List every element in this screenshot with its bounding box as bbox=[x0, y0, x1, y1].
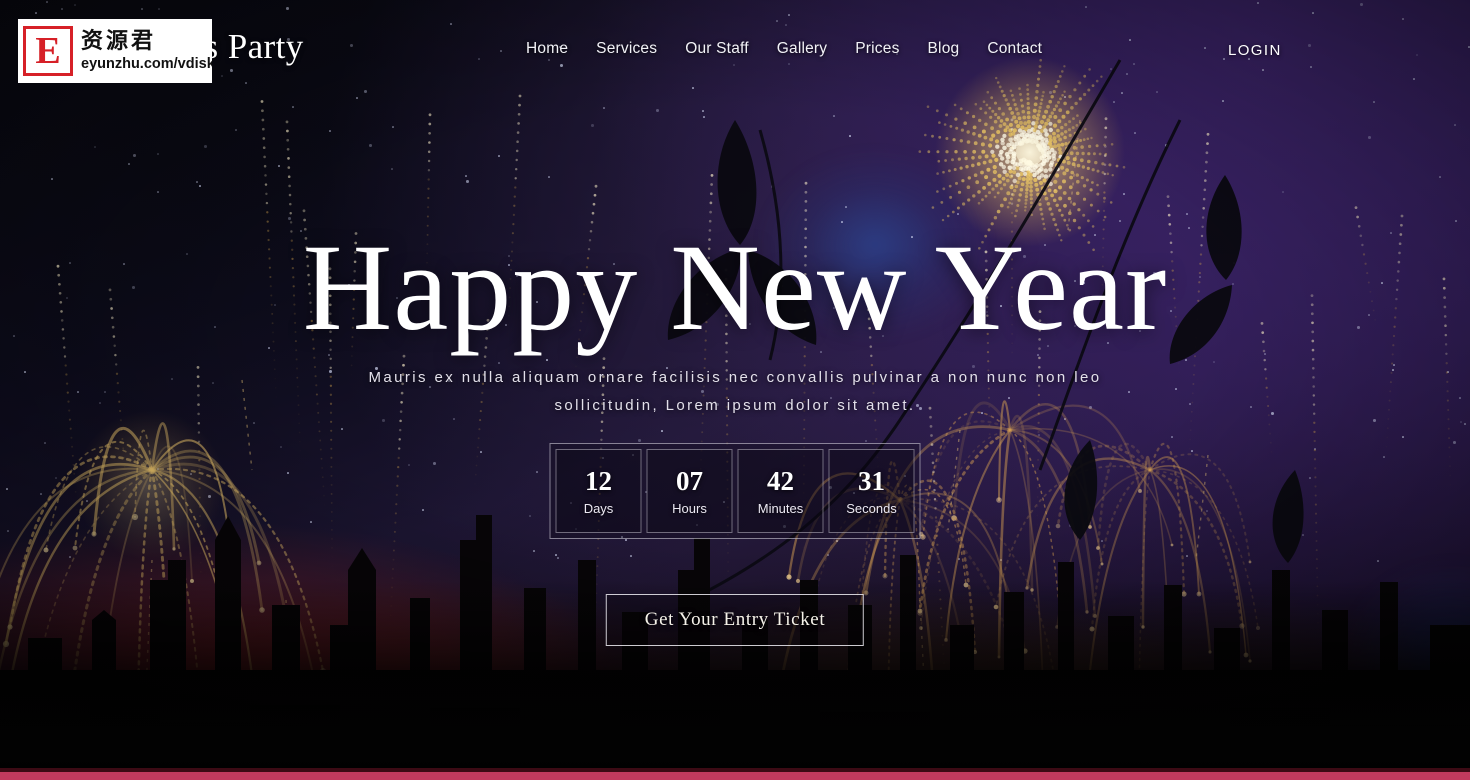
countdown-minutes: 42 Minutes bbox=[737, 449, 824, 533]
countdown-days-value: 12 bbox=[585, 466, 612, 496]
nav-item-contact[interactable]: Contact bbox=[973, 40, 1056, 58]
nav-item-services[interactable]: Services bbox=[582, 40, 671, 58]
nav-item-home[interactable]: Home bbox=[512, 40, 582, 58]
hero-subtitle: Mauris ex nulla aliquam ornare facilisis… bbox=[368, 369, 1102, 414]
countdown-minutes-value: 42 bbox=[767, 466, 794, 496]
watermark-logo-badge: E bbox=[23, 26, 73, 76]
nav-item-gallery[interactable]: Gallery bbox=[763, 40, 842, 58]
countdown-seconds-value: 31 bbox=[858, 466, 885, 496]
countdown-timer: 12 Days 07 Hours 42 Minutes 31 Seconds bbox=[549, 443, 921, 539]
watermark-url: eyunzhu.com/vdisk bbox=[81, 56, 212, 72]
nav-item-our-staff[interactable]: Our Staff bbox=[671, 40, 763, 58]
watermark-overlay: E 资源君 eyunzhu.com/vdisk bbox=[18, 19, 212, 83]
main-navigation: Home Services Our Staff Gallery Prices B… bbox=[512, 40, 1056, 58]
countdown-hours-value: 07 bbox=[676, 466, 703, 496]
get-entry-ticket-button[interactable]: Get Your Entry Ticket bbox=[605, 594, 865, 646]
page-root: Let's Party Home Services Our Staff Gall… bbox=[0, 0, 1470, 780]
countdown-hours-label: Hours bbox=[672, 501, 707, 516]
login-link[interactable]: LOGIN bbox=[1228, 42, 1282, 59]
site-header: Let's Party Home Services Our Staff Gall… bbox=[0, 0, 1470, 104]
countdown-seconds: 31 Seconds bbox=[828, 449, 915, 533]
hero-title: Happy New Year bbox=[302, 219, 1168, 356]
countdown-minutes-label: Minutes bbox=[757, 501, 804, 516]
watermark-text-block: 资源君 eyunzhu.com/vdisk bbox=[81, 29, 212, 73]
countdown-seconds-label: Seconds bbox=[846, 501, 897, 516]
hero-section: Happy New Year Mauris ex nulla aliquam o… bbox=[0, 0, 1470, 780]
nav-item-blog[interactable]: Blog bbox=[914, 40, 974, 58]
nav-item-prices[interactable]: Prices bbox=[841, 40, 913, 58]
countdown-hours: 07 Hours bbox=[646, 449, 733, 533]
countdown-days-label: Days bbox=[583, 501, 614, 516]
countdown-days: 12 Days bbox=[555, 449, 642, 533]
bottom-accent-bar bbox=[0, 772, 1470, 780]
watermark-chinese-label: 资源君 bbox=[81, 29, 157, 54]
